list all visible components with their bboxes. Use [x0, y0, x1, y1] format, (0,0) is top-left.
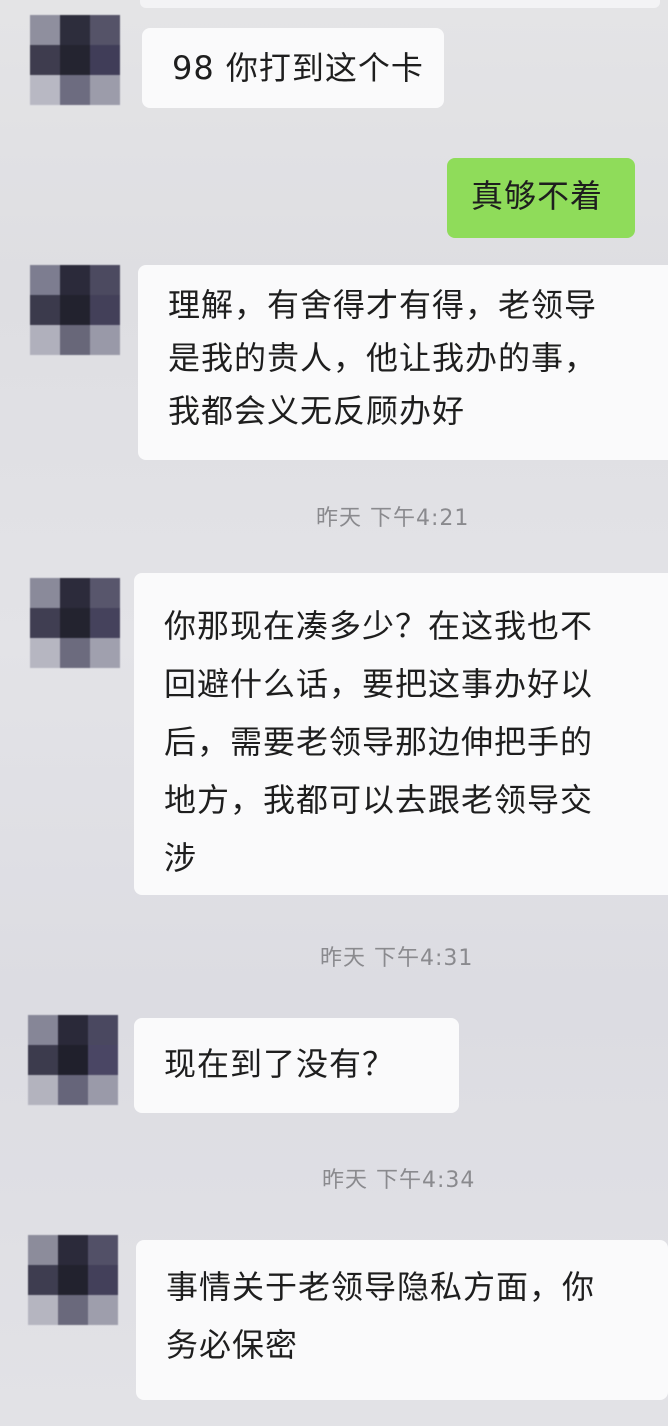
message-text-line: 地方，我都可以去跟老领导交	[164, 781, 594, 819]
message-bubble[interactable]: 98 你打到这个卡	[142, 28, 444, 108]
avatar[interactable]	[30, 578, 120, 668]
message-text: 现在到了没有？	[164, 1045, 396, 1083]
message-bubble[interactable]: 理解，有舍得才有得，老领导 是我的贵人，他让我办的事， 我都会义无反顾办好	[138, 265, 668, 460]
message-text-line: 理解，有舍得才有得，老领导	[168, 286, 598, 324]
timestamp: 昨天 下午4:21	[316, 506, 470, 531]
chat-area[interactable]: 98 你打到这个卡 真够不着 理解，有舍得才有得，老领导 是我的贵人，他让我办的…	[0, 0, 668, 1426]
message-bubble[interactable]: 现在到了没有？	[134, 1018, 459, 1113]
message-text-line: 是我的贵人，他让我办的事，	[168, 339, 598, 377]
message-text-line: 务必保密	[166, 1326, 299, 1364]
message-text: 98 你打到这个卡	[172, 49, 424, 87]
timestamp: 昨天 下午4:31	[320, 946, 474, 971]
message-text-line: 后，需要老领导那边伸把手的	[164, 723, 594, 761]
previous-message-edge	[140, 0, 660, 8]
avatar[interactable]	[30, 265, 120, 355]
timestamp: 昨天 下午4:34	[322, 1168, 476, 1193]
message-text-line: 我都会义无反顾办好	[168, 392, 466, 430]
message-bubble[interactable]: 事情关于老领导隐私方面，你 务必保密	[136, 1240, 668, 1400]
message-text-line: 事情关于老领导隐私方面，你	[166, 1268, 596, 1306]
avatar[interactable]	[30, 15, 120, 105]
message-bubble-sent[interactable]: 真够不着	[447, 158, 635, 238]
message-text-line: 回避什么话，要把这事办好以	[164, 665, 594, 703]
message-text: 真够不着	[471, 177, 604, 215]
message-text-line: 涉	[164, 839, 198, 877]
message-text-line: 你那现在凑多少？在这我也不	[164, 607, 594, 645]
avatar[interactable]	[28, 1015, 118, 1105]
avatar[interactable]	[28, 1235, 118, 1325]
message-bubble[interactable]: 你那现在凑多少？在这我也不 回避什么话，要把这事办好以 后，需要老领导那边伸把手…	[134, 573, 668, 895]
